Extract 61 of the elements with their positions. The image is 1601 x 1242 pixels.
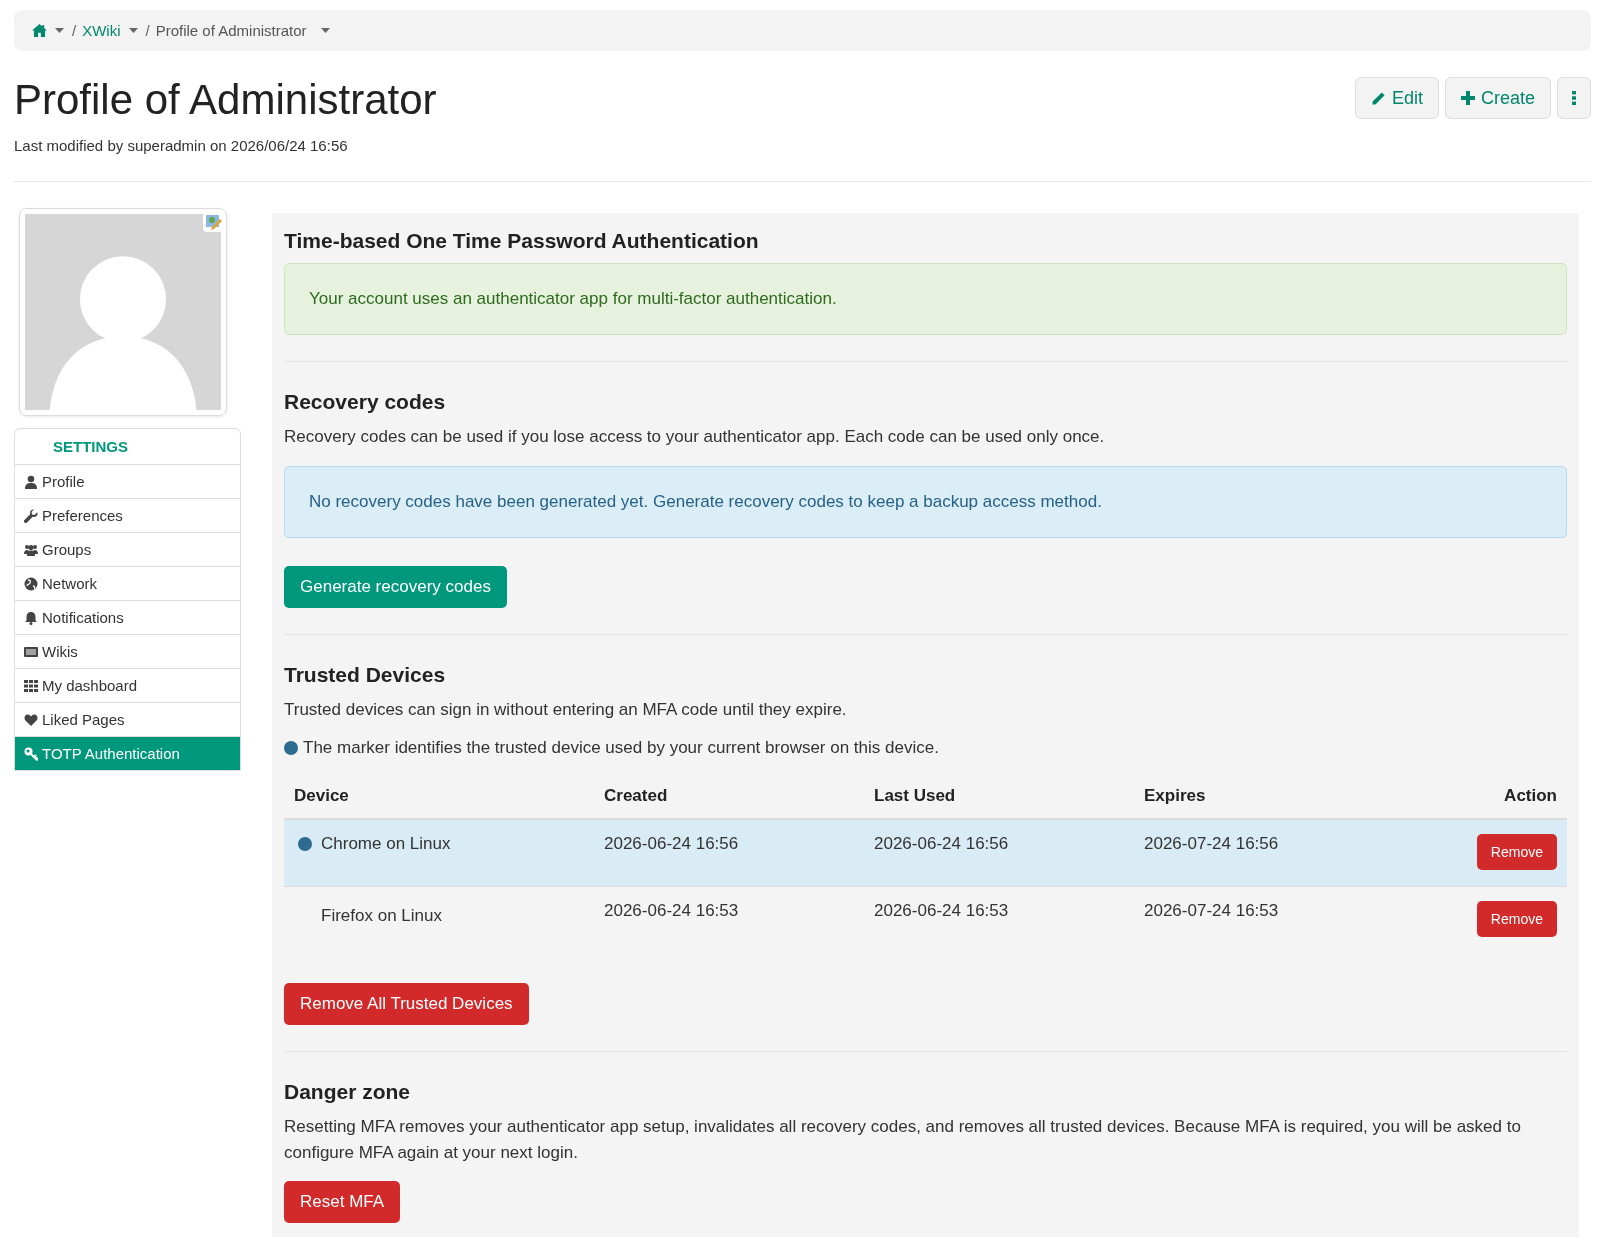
- caret-icon[interactable]: [55, 28, 64, 33]
- section-description: Recovery codes can be used if you lose access to your authenticator app. Each code can be used only once.: [284, 426, 1106, 449]
- pencil-icon: [1370, 90, 1386, 106]
- separator: /: [145, 22, 150, 39]
- home-icon: [32, 24, 47, 37]
- table-cell: Firefox on Linux: [321, 906, 442, 927]
- section-heading: Recovery codes: [284, 390, 447, 415]
- more-actions-button[interactable]: [1557, 77, 1591, 119]
- globe-icon: [24, 576, 38, 591]
- table-cell: 2026-06-24 16:56: [604, 834, 739, 854]
- info-alert: No recovery codes have been generated yet. Generate recovery codes to keep a backup access method.: [284, 465, 1567, 538]
- menu-item[interactable]: TOTP Authentication: [15, 737, 240, 771]
- plus-icon: [1460, 91, 1475, 105]
- table-cell: 2026-07-24 16:53: [1144, 901, 1279, 921]
- create-button[interactable]: Create: [1444, 77, 1551, 119]
- heart-icon: [24, 712, 38, 727]
- section-description: Resetting MFA removes your authenticator app setup, invalidates all recovery codes, and removes all trusted devices. Because MFA is required, you will be asked to configure MFA again at your next login.: [284, 1116, 1522, 1164]
- grid-icon: [24, 678, 38, 693]
- last-modified-text: Last modified by superadmin on 2026/06/24 16:56: [14, 137, 349, 155]
- table-cell: 2026-07-24 16:56: [1144, 834, 1279, 854]
- vertical-dots-icon: [1572, 91, 1576, 105]
- caret-icon[interactable]: [128, 28, 138, 33]
- section-heading: Danger zone: [284, 1080, 412, 1105]
- menu-heading: SETTINGS: [15, 429, 240, 466]
- table-cell: 2026-06-24 16:56: [874, 834, 1009, 854]
- reset-mfa-button[interactable]: Reset MFA: [284, 1181, 401, 1224]
- menu-item[interactable]: Preferences: [15, 499, 240, 534]
- section-heading: Time-based One Time Password Authentication: [284, 229, 760, 254]
- menu-item[interactable]: Groups: [15, 533, 240, 568]
- remove-button[interactable]: Remove: [1476, 834, 1557, 871]
- marker-note: The marker identifies the trusted device used by your current browser on this device.: [303, 738, 939, 759]
- wrench-icon: [24, 508, 38, 523]
- remove-button[interactable]: Remove: [1476, 901, 1557, 938]
- caret-icon[interactable]: [320, 28, 330, 33]
- table-cell: 2026-06-24 16:53: [874, 901, 1009, 921]
- remove-all-button[interactable]: Remove All Trusted Devices: [284, 983, 529, 1026]
- menu-item[interactable]: Notifications: [15, 601, 240, 636]
- menu-item[interactable]: Profile: [15, 465, 240, 500]
- menu-item[interactable]: Network: [15, 567, 240, 602]
- success-alert: Your account uses an authenticator app for multi-factor authentication.: [284, 263, 1567, 336]
- table-cell: 2026-06-24 16:53: [604, 901, 739, 921]
- user-icon: [24, 474, 38, 489]
- current-device-marker-icon: [298, 837, 312, 852]
- menu-item[interactable]: My dashboard: [15, 669, 240, 704]
- separator: /: [72, 22, 77, 39]
- page-title: Profile of Administrator: [14, 77, 437, 124]
- home-link[interactable]: [32, 24, 47, 37]
- edit-button[interactable]: Edit: [1354, 77, 1439, 119]
- breadcrumb-current: Profile of Administrator: [155, 22, 307, 39]
- key-icon: [24, 746, 38, 761]
- section-heading: Trusted Devices: [284, 662, 447, 687]
- list-icon: [24, 644, 38, 659]
- change-avatar-icon[interactable]: [202, 211, 224, 234]
- section-description: Trusted devices can sign in without entering an MFA code until they expire.: [284, 698, 848, 721]
- users-icon: [24, 542, 38, 557]
- menu-item[interactable]: Wikis: [15, 635, 240, 670]
- breadcrumb-link[interactable]: XWiki: [82, 22, 121, 39]
- generate-codes-button[interactable]: Generate recovery codes: [284, 565, 507, 608]
- table-cell: Chrome on Linux: [321, 834, 451, 855]
- current-device-marker-icon: [284, 741, 298, 756]
- bell-icon: [24, 610, 38, 625]
